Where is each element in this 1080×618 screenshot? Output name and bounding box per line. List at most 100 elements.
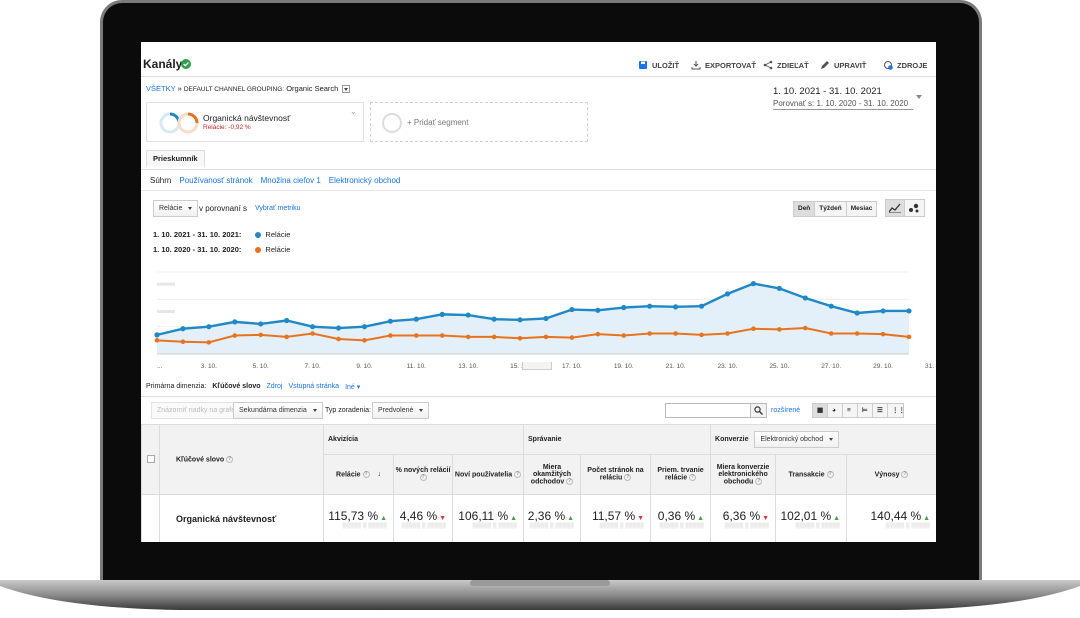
- help-icon[interactable]: ?: [514, 470, 522, 478]
- metric-comparison-blurred: ▒▒▒▒▒ ▒ ▒▒▒▒▒: [342, 522, 387, 529]
- series-current-point: [309, 324, 316, 330]
- chart-resize-handle[interactable]: [522, 362, 552, 370]
- edit-button[interactable]: UPRAVIŤ: [820, 60, 866, 70]
- dimension-landing[interactable]: Vstupná stránka: [288, 383, 339, 391]
- legend-current-label: Relácie: [265, 230, 291, 239]
- motion-chart-button[interactable]: [905, 200, 924, 216]
- metric-value: 6,36 % ▼: [711, 509, 775, 523]
- sessions-chart: ... 3. 10. 5. 10. 7. 10. 9. 10. 11. 10. 13. 10…: [154, 271, 936, 370]
- x-tick-label: ...: [157, 363, 163, 370]
- col-label-bounce-rate: Miera okamžitých odchodov: [530, 463, 572, 486]
- day-button[interactable]: Deň: [794, 202, 816, 216]
- series-previous-point: [414, 333, 419, 338]
- metric-cell: 102,01 % ▲ ▒▒▒▒▒ ▒ ▒▒▒▒▒: [775, 494, 848, 542]
- cloud-icon: ☰: [877, 407, 883, 414]
- series-current-point: [698, 303, 705, 309]
- breadcrumb-dropdown-icon[interactable]: [342, 85, 351, 94]
- export-button[interactable]: EXPORTOVAŤ: [691, 60, 756, 70]
- metric-comparison-blurred: ▒▒▒▒▒ ▒ ▒▒▒▒▒: [885, 522, 931, 529]
- line-chart-button[interactable]: [886, 200, 905, 216]
- help-icon[interactable]: ?: [755, 477, 763, 485]
- trend-down-icon: ▼: [437, 514, 446, 522]
- view-comparison-button[interactable]: ⊨: [858, 404, 873, 417]
- series-current-point: [413, 316, 419, 322]
- view-data-button[interactable]: ▦: [813, 404, 828, 417]
- col-header-sessions[interactable]: Relácie ? ↓: [323, 454, 394, 495]
- view-term-cloud-button[interactable]: ☰: [873, 404, 888, 417]
- col-header-transactions[interactable]: Transakcie ?: [775, 454, 848, 495]
- col-label-transactions: Transakcie: [788, 471, 825, 479]
- metric-value-text: 11,57 %: [591, 508, 636, 523]
- metric-select-chevron-icon: [188, 207, 193, 210]
- col-header-revenue[interactable]: Výnosy ?: [846, 454, 936, 495]
- help-icon[interactable]: ?: [689, 474, 697, 482]
- help-icon[interactable]: ?: [624, 474, 632, 482]
- col-header-pages-session[interactable]: Počet stránok na reláciu ?: [580, 454, 651, 495]
- breadcrumb-all[interactable]: VŠETKY: [146, 84, 175, 93]
- month-button[interactable]: Mesiac: [846, 202, 877, 216]
- col-header-new-sessions[interactable]: % nových relácií ?: [393, 454, 453, 495]
- conversion-select-value: Elektronický obchod: [760, 436, 824, 443]
- dimension-keyword[interactable]: Kľúčové slovo: [212, 383, 260, 391]
- week-button[interactable]: Týždeň: [815, 202, 847, 216]
- dimension-header[interactable]: Kľúčové slovo ?: [159, 424, 324, 495]
- col-header-new-users[interactable]: Noví používatelia ?: [452, 454, 524, 495]
- series-previous-point: [751, 326, 756, 332]
- metric-comparison-blurred: ▒▒▒▒▒ ▒ ▒▒▒▒▒: [472, 522, 517, 529]
- date-range-picker[interactable]: 1. 10. 2021 - 31. 10. 2021 Porovnať s: 1…: [773, 86, 908, 108]
- subnav-ecommerce[interactable]: Elektronický obchod: [329, 176, 401, 185]
- trend-up-icon: ▲: [508, 514, 517, 522]
- help-icon[interactable]: ?: [226, 455, 234, 463]
- secondary-dimension-select[interactable]: Sekundárna dimenzia: [233, 402, 323, 419]
- col-header-bounce-rate[interactable]: Miera okamžitých odchodov ?: [523, 454, 581, 495]
- series-previous-point: [336, 336, 341, 342]
- col-label-pages-session: Počet stránok na reláciu: [587, 467, 644, 482]
- breadcrumb-value: Organic Search: [286, 84, 339, 93]
- subnav-usage[interactable]: Používanosť stránok: [179, 176, 252, 185]
- series-current-point: [284, 317, 290, 324]
- table-group-header-row: Kľúčové slovo ? Akvizícia Správanie Konv…: [141, 424, 936, 495]
- subnav-goals[interactable]: Množina cieľov 1: [261, 176, 321, 185]
- select-all-checkbox[interactable]: [146, 454, 155, 463]
- advanced-filter-link[interactable]: rozšírené: [771, 407, 800, 414]
- metric-value-text: 102,01 %: [780, 508, 832, 523]
- secondary-dimension-label: Sekundárna dimenzia: [239, 407, 307, 414]
- dimension-other[interactable]: Iné ▾: [345, 383, 360, 391]
- view-pivot-button[interactable]: ⋮⋮: [888, 404, 905, 417]
- pick-metric-link[interactable]: Vybrať metriku: [255, 205, 301, 212]
- share-button[interactable]: ZDIEĽAŤ: [763, 60, 809, 70]
- series-current-point: [206, 324, 212, 330]
- acquisition-group-header: Akvizícia: [323, 424, 524, 455]
- add-segment-card[interactable]: + Pridať segment: [370, 102, 588, 142]
- help-icon[interactable]: ?: [826, 470, 834, 478]
- series-current-point: [595, 307, 601, 313]
- segment-menu-chevron-icon[interactable]: ⌄: [350, 107, 357, 116]
- series-current-point: [621, 304, 627, 311]
- conversion-select[interactable]: Elektronický obchod: [754, 431, 840, 448]
- col-header-avg-duration[interactable]: Priem. trvanie relácie ?: [649, 454, 712, 495]
- series-previous-point: [362, 338, 367, 343]
- breadcrumb-grouping: DEFAULT CHANNEL GROUPING:: [183, 86, 285, 93]
- plot-rows-button[interactable]: Znázorniť riadky na grafe: [151, 402, 242, 419]
- sort-type-select[interactable]: Predvolené: [372, 402, 430, 419]
- metric-select[interactable]: Relácie: [153, 200, 199, 217]
- save-button[interactable]: ULOŽIŤ: [638, 60, 679, 70]
- help-icon[interactable]: ?: [901, 470, 909, 478]
- subnav-summary[interactable]: Súhrn: [150, 176, 171, 185]
- sources-button[interactable]: ZDROJE: [883, 60, 927, 70]
- help-icon[interactable]: ?: [362, 470, 370, 478]
- segment-card[interactable]: Organická návštevnosť Relácie: -0,92 % ⌄: [146, 102, 364, 142]
- date-range-chevron-icon[interactable]: [916, 95, 922, 99]
- search-button[interactable]: [750, 403, 767, 418]
- tab-explorer[interactable]: Prieskumník: [146, 150, 205, 168]
- help-icon[interactable]: ?: [566, 477, 574, 485]
- col-header-ecommerce-rate[interactable]: Miera konverzie elektronického obchodu ?: [710, 454, 777, 495]
- breadcrumb-separator: »: [177, 84, 182, 93]
- series-current-point: [543, 315, 549, 322]
- view-performance-button[interactable]: ≡: [843, 404, 858, 417]
- save-icon: [639, 61, 647, 69]
- dimension-source[interactable]: Zdroj: [267, 383, 283, 391]
- metric-value-text: 106,11 %: [458, 508, 509, 523]
- view-percent-button[interactable]: ◕: [828, 404, 843, 417]
- help-icon[interactable]: ?: [419, 474, 427, 482]
